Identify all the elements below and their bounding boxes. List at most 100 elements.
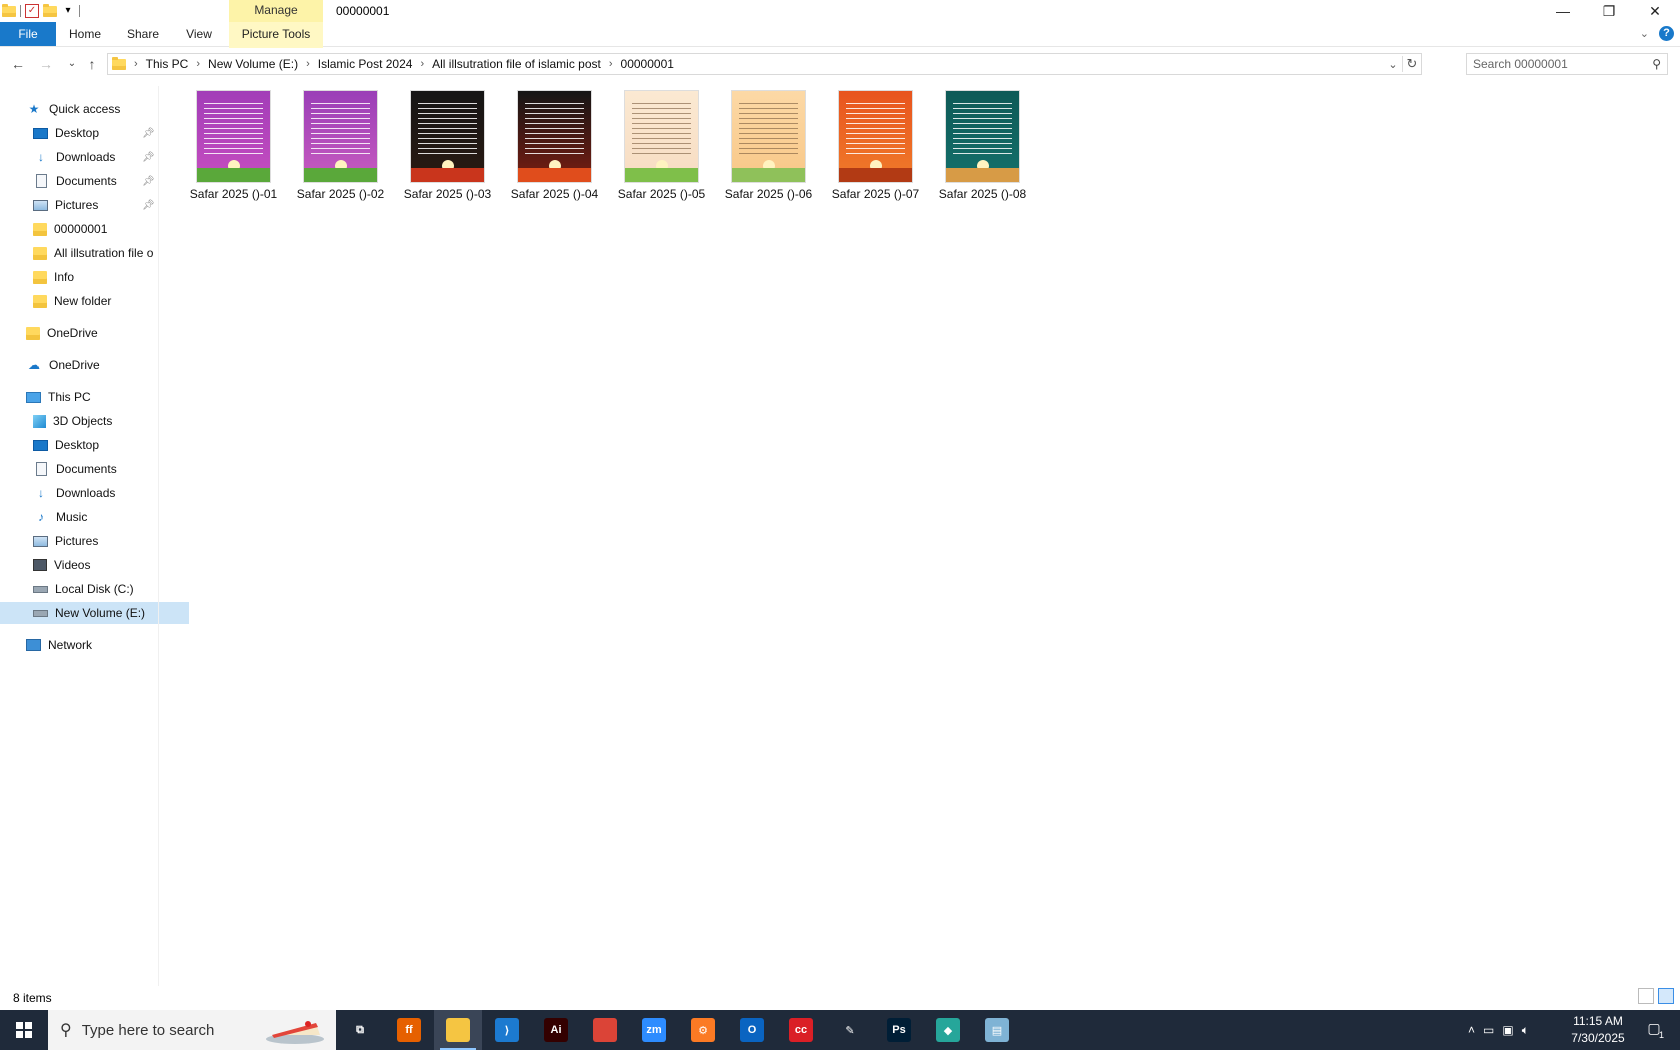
navigation-pane: ★ Quick access Desktop 📌︎ ↓ Downloads 📌︎ D… [0, 96, 189, 976]
sidebar-item-pictures[interactable]: Pictures 📌︎ [0, 194, 189, 216]
taskbar-app-creative-cloud[interactable]: cc [777, 1010, 825, 1050]
tab-share[interactable]: Share [118, 22, 168, 46]
file-name: Safar 2025 ()-05 [617, 187, 706, 201]
sidebar-item-onedrive[interactable]: ☁ OneDrive [0, 354, 182, 376]
customize-toolbar-icon[interactable]: ▾ [61, 4, 75, 18]
folder-icon [2, 3, 16, 17]
taskbar-app-file-explorer[interactable] [434, 1010, 482, 1050]
breadcrumb-item[interactable]: 00000001 [615, 57, 680, 71]
sidebar-item-pc-desktop[interactable]: Desktop [0, 434, 189, 456]
breadcrumb: › This PC › New Volume (E:) › Islamic Po… [108, 56, 680, 71]
sidebar-item-info[interactable]: Info [0, 266, 189, 288]
title-bar: ✓ ▾ Manage 00000001 — ❐ ✕ [0, 0, 1680, 22]
taskbar-app-outlook[interactable]: O [728, 1010, 776, 1050]
tab-file[interactable]: File [0, 22, 56, 46]
taskbar-app-xampp[interactable]: ⚙ [679, 1010, 727, 1050]
taskbar-app-photoshop[interactable]: Ps [875, 1010, 923, 1050]
sidebar-item-network[interactable]: Network [0, 634, 182, 656]
taskbar-app-firefox[interactable]: ff [385, 1010, 433, 1050]
chevron-right-icon[interactable]: › [418, 58, 426, 70]
details-view-icon[interactable] [1638, 988, 1654, 1004]
taskbar-app-zoom[interactable]: zm [630, 1010, 678, 1050]
pin-icon[interactable]: 📌︎ [142, 176, 155, 187]
chevron-right-icon[interactable]: › [304, 58, 312, 70]
address-bar[interactable]: › This PC › New Volume (E:) › Islamic Po… [107, 53, 1422, 75]
restore-button[interactable]: ❐ [1586, 0, 1632, 22]
help-icon[interactable]: ? [1659, 26, 1674, 41]
clock[interactable]: 11:15 AM 7/30/2025 [1560, 1013, 1636, 1047]
sidebar-item-pc-downloads[interactable]: ↓ Downloads [0, 482, 189, 504]
back-arrow-icon[interactable]: ← [8, 54, 28, 74]
pin-icon[interactable]: 📌︎ [142, 128, 155, 139]
expand-ribbon-icon[interactable]: ⌄ [1640, 27, 1649, 40]
properties-icon[interactable]: ✓ [25, 4, 39, 18]
sidebar-item-all-illustration[interactable]: All illsutration file o [0, 242, 189, 264]
file-thumbnail[interactable]: Safar 2025 ()-01 [180, 90, 287, 208]
taskbar-app-vscode[interactable]: ⟩ [483, 1010, 531, 1050]
usb-icon[interactable]: ▭ [1483, 1023, 1494, 1037]
sidebar-item-3d-objects[interactable]: 3D Objects [0, 410, 189, 432]
sidebar-item-videos[interactable]: Videos [0, 554, 189, 576]
recent-locations-icon[interactable]: ⌄ [62, 54, 82, 74]
start-button[interactable] [0, 1010, 48, 1050]
sidebar-item-local-disk-c[interactable]: Local Disk (C:) [0, 578, 189, 600]
taskbar-app-illustrator[interactable]: Ai [532, 1010, 580, 1050]
network-tray-icon[interactable]: ▣ [1502, 1023, 1513, 1037]
search-input[interactable]: Search 00000001 ⚲ [1466, 53, 1668, 75]
file-thumbnail[interactable]: Safar 2025 ()-05 [608, 90, 715, 208]
sidebar-item-new-folder[interactable]: New folder [0, 290, 189, 312]
taskbar-app-app-blue[interactable]: ◆ [924, 1010, 972, 1050]
address-dropdown-icon[interactable]: ⌄ [1384, 58, 1402, 71]
notification-center-icon[interactable]: 1 ▢ [1644, 1020, 1664, 1040]
sidebar-item-quick-access[interactable]: ★ Quick access [0, 98, 182, 120]
tab-picture-tools[interactable]: Picture Tools [229, 22, 323, 48]
breadcrumb-item[interactable]: This PC [140, 57, 195, 71]
close-button[interactable]: ✕ [1632, 0, 1678, 22]
volume-icon[interactable]: 🔈︎ [1522, 1023, 1529, 1038]
chevron-right-icon[interactable]: › [194, 58, 202, 70]
minimize-button[interactable]: — [1540, 0, 1586, 22]
file-thumbnail[interactable]: Safar 2025 ()-07 [822, 90, 929, 208]
sidebar-item-pc-documents[interactable]: Documents [0, 458, 189, 480]
network-icon [26, 639, 41, 651]
file-thumbnail[interactable]: Safar 2025 ()-06 [715, 90, 822, 208]
refresh-icon[interactable]: ↻ [1402, 56, 1421, 72]
search-icon[interactable]: ⚲ [1652, 57, 1661, 71]
file-thumbnail[interactable]: Safar 2025 ()-08 [929, 90, 1036, 208]
sidebar-item-00000001[interactable]: 00000001 [0, 218, 189, 240]
taskbar-app-pen-tool[interactable]: ✎ [826, 1010, 874, 1050]
breadcrumb-item[interactable]: Islamic Post 2024 [312, 57, 419, 71]
file-thumbnail[interactable]: Safar 2025 ()-02 [287, 90, 394, 208]
file-thumbnail[interactable]: Safar 2025 ()-03 [394, 90, 501, 208]
sidebar-item-this-pc[interactable]: This PC [0, 386, 182, 408]
chevron-up-icon[interactable]: ˄ [1468, 1023, 1475, 1037]
sidebar-item-onedrive-personal[interactable]: OneDrive [0, 322, 182, 344]
sidebar-item-music[interactable]: ♪ Music [0, 506, 189, 528]
sidebar-item-downloads[interactable]: ↓ Downloads 📌︎ [0, 146, 189, 168]
sidebar-item-pc-pictures[interactable]: Pictures [0, 530, 189, 552]
taskbar-app-task-view[interactable]: ⧉ [336, 1010, 384, 1050]
tab-home[interactable]: Home [62, 22, 108, 46]
pane-divider[interactable] [158, 86, 159, 986]
breadcrumb-item[interactable]: New Volume (E:) [202, 57, 304, 71]
taskbar-search-box[interactable]: ⚲ Type here to search [48, 1010, 336, 1050]
sidebar-item-new-volume-e[interactable]: New Volume (E:) [0, 602, 189, 624]
pin-icon[interactable]: 📌︎ [142, 200, 155, 211]
taskbar-app-app-notes[interactable]: ▤ [973, 1010, 1021, 1050]
up-arrow-icon[interactable]: ↑ [82, 54, 102, 74]
sidebar-item-desktop[interactable]: Desktop 📌︎ [0, 122, 189, 144]
chevron-right-icon[interactable]: › [132, 58, 140, 70]
sidebar-item-label: Documents [56, 462, 117, 476]
pin-icon[interactable]: 📌︎ [142, 152, 155, 163]
image-preview [838, 90, 913, 183]
sidebar-item-label: OneDrive [47, 326, 98, 340]
new-folder-icon[interactable] [43, 3, 57, 17]
sidebar-item-documents[interactable]: Documents 📌︎ [0, 170, 189, 192]
large-icons-view-icon[interactable] [1658, 988, 1674, 1004]
taskbar-app-chrome[interactable] [581, 1010, 629, 1050]
forward-arrow-icon[interactable]: → [36, 54, 56, 74]
chevron-right-icon[interactable]: › [607, 58, 615, 70]
breadcrumb-item[interactable]: All illsutration file of islamic post [426, 57, 607, 71]
file-thumbnail[interactable]: Safar 2025 ()-04 [501, 90, 608, 208]
tab-view[interactable]: View [176, 22, 222, 46]
